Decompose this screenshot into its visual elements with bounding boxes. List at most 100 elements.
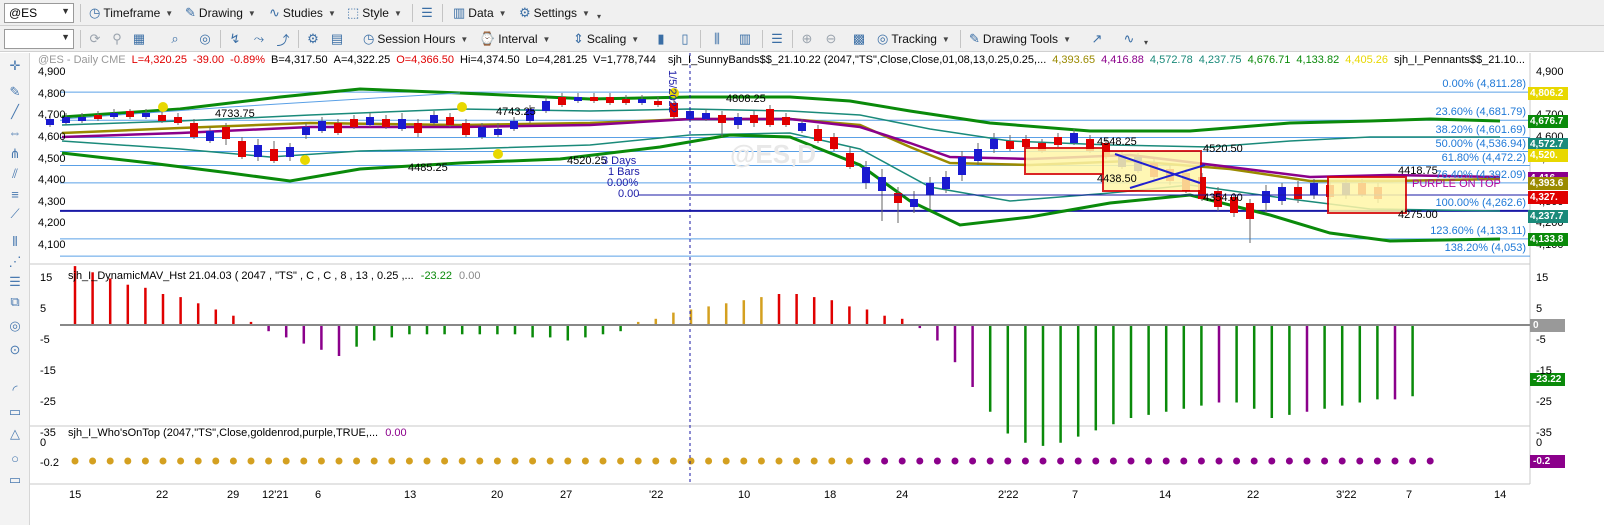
text-tool-icon[interactable]: ▭: [6, 471, 24, 489]
overflow-caret-icon[interactable]: ▾: [597, 12, 601, 21]
zoom-out-icon[interactable]: ⊖: [822, 30, 840, 48]
insert-icon[interactable]: ▤: [328, 30, 346, 48]
chevron-down-icon: ▼: [247, 8, 256, 18]
vertical-lines-tool-icon[interactable]: ⦀: [6, 233, 24, 251]
who-dot: [1233, 457, 1241, 465]
ohlc-bar-icon[interactable]: ⫼: [708, 30, 726, 48]
fibonacci-tool-icon[interactable]: ≡: [6, 185, 24, 203]
channel-tool-icon[interactable]: ⫽: [6, 165, 24, 183]
macd-zero-badge: 0: [1530, 319, 1565, 332]
candle-body: [94, 115, 102, 119]
chevron-down-icon: ▼: [393, 8, 402, 18]
who-dot: [969, 457, 977, 465]
drawing-tools-label: Drawing Tools: [982, 32, 1059, 46]
zoom-in-icon[interactable]: ⊕: [798, 30, 816, 48]
toolbar-divider: [762, 30, 763, 48]
scaling-icon: ⇕: [573, 31, 584, 46]
zoom-symbol-icon[interactable]: ⌕: [166, 30, 184, 48]
toolbar-divider: [960, 30, 961, 48]
x-axis-label: 3'22: [1336, 489, 1357, 501]
candlestick-icon[interactable]: ▮: [652, 30, 670, 48]
style-button[interactable]: ⬚ Style ▼: [344, 3, 405, 23]
link-icon[interactable]: ⚲: [108, 30, 126, 48]
crosshair-tool-icon[interactable]: ✛: [6, 57, 24, 75]
study-sunnybands-label[interactable]: sjh_I_SunnyBands$$_21.10.22 (2047,"TS",C…: [668, 54, 1046, 66]
compass-icon[interactable]: ◎: [196, 30, 214, 48]
who-dot: [810, 457, 818, 465]
who-dot: [476, 457, 484, 465]
hollow-candle-icon[interactable]: ▯: [676, 30, 694, 48]
triangle-tool-icon[interactable]: △: [6, 425, 24, 443]
pen-tool-icon[interactable]: ✎: [6, 83, 24, 101]
drawing-button[interactable]: ✎ Drawing ▼: [182, 3, 259, 23]
study-pennants-label[interactable]: sjh_I_Pennants$$_21.10...: [1394, 54, 1525, 66]
annotation: 4808.25: [726, 93, 766, 105]
who-dot: [1127, 457, 1135, 465]
scaling-button[interactable]: ⇕ Scaling ▼: [570, 29, 642, 49]
who-dot: [845, 457, 853, 465]
trend-icon[interactable]: ⤴: [274, 30, 292, 48]
who-dot: [212, 457, 220, 465]
chevron-down-icon[interactable]: ▼: [61, 32, 70, 42]
who-dot: [722, 457, 730, 465]
layout-icon[interactable]: ☰: [418, 4, 436, 22]
fib-label: 0.00% (4,811.28): [1442, 78, 1526, 91]
studies-button[interactable]: ∿ Studies ▼: [266, 3, 339, 23]
chevron-down-icon: ▼: [941, 34, 950, 44]
fib-label: 23.60% (4,681.79): [1435, 106, 1526, 119]
fib-label: 138.20% (4,053): [1444, 242, 1526, 255]
who-dot: [916, 457, 924, 465]
macd-title[interactable]: sjh_I_DynamicMAV_Hst 21.04.03 ( 2047 , "…: [68, 270, 414, 282]
annotation: 4275.00: [1398, 209, 1438, 221]
drawing-tools-button[interactable]: ✎ Drawing Tools ▼: [966, 29, 1074, 49]
format-icon[interactable]: ⚙: [304, 30, 322, 48]
grid-icon[interactable]: ▦: [130, 30, 148, 48]
who-title[interactable]: sjh_I_Who'sOnTop (2047,"TS",Close,golden…: [68, 427, 378, 439]
crosshair-icon[interactable]: ▩: [850, 30, 868, 48]
study-value: 4,393.65: [1052, 54, 1096, 66]
x-axis-label: '22: [649, 489, 664, 501]
tracking-button[interactable]: ◎ Tracking ▼: [874, 29, 953, 49]
speed-lines-tool-icon[interactable]: ⋰: [6, 253, 24, 271]
x-axis-label: 24: [896, 489, 909, 501]
timeframe-button[interactable]: ◷ Timeframe ▼: [86, 3, 176, 23]
x-axis-label: 2'22: [998, 489, 1019, 501]
high-price: Hi=4,374.50: [460, 54, 520, 66]
interval-combo[interactable]: ▼: [4, 29, 74, 49]
arc-tool-icon[interactable]: ◜: [6, 381, 24, 399]
candle-body: [222, 127, 230, 139]
interval-button[interactable]: ⌚ Interval ▼: [476, 29, 553, 49]
settings-button[interactable]: ⚙ Settings ▼: [516, 3, 593, 23]
chevron-down-icon[interactable]: ▼: [61, 6, 70, 16]
who-dot: [265, 457, 273, 465]
who-dot: [740, 457, 748, 465]
price-badge: 4,393.6: [1528, 176, 1568, 190]
horizontal-line-tool-icon[interactable]: ⇔: [6, 123, 24, 141]
data-button[interactable]: ▥ Data ▼: [450, 3, 510, 23]
pitchfork-tool-icon[interactable]: ⋔: [6, 145, 24, 163]
refresh-icon[interactable]: ⟳: [86, 30, 104, 48]
ellipse-tool-icon[interactable]: ○: [6, 449, 24, 467]
settings-label: Settings: [533, 6, 578, 20]
chart-analysis-icon[interactable]: ⤳: [250, 30, 268, 48]
indicator-icon[interactable]: ↯: [226, 30, 244, 48]
chart-add-icon[interactable]: ↗: [1088, 30, 1106, 48]
rectangle-tool-icon[interactable]: ▭: [6, 403, 24, 421]
symbol-input[interactable]: @ES ▼: [4, 3, 74, 23]
cycle-tool-icon[interactable]: ⊙: [6, 341, 24, 359]
chart-area[interactable]: @ES,D: [30, 53, 1604, 525]
who-dot: [441, 457, 449, 465]
overflow-caret-icon[interactable]: ▾: [1144, 38, 1148, 47]
session-hours-button[interactable]: ◷ Session Hours ▼: [360, 29, 471, 49]
layout-icon[interactable]: ☰: [768, 30, 786, 48]
ray-tool-icon[interactable]: ⟋: [6, 205, 24, 223]
price-badge: 4,327.: [1528, 190, 1568, 204]
fib-extension-tool-icon[interactable]: ☰: [6, 273, 24, 291]
trendline-tool-icon[interactable]: ╱: [6, 103, 24, 121]
gann-tool-icon[interactable]: ◎: [6, 317, 24, 335]
bar-chart-icon[interactable]: ▥: [736, 30, 754, 48]
analysis-icon[interactable]: ∿: [1120, 30, 1138, 48]
candle-body: [462, 123, 470, 135]
fib-time-tool-icon[interactable]: ⧉: [6, 293, 24, 311]
macd-tick-left: -25: [40, 395, 56, 408]
